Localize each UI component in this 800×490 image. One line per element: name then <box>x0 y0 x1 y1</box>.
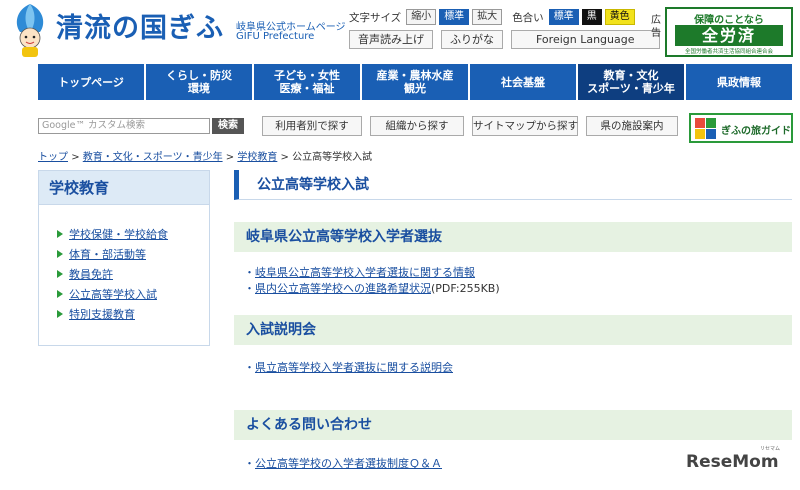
tabi-guide-label: ぎふの旅ガイド <box>721 126 791 137</box>
tabi-guide-banner[interactable]: ぎふの旅ガイド <box>689 113 793 143</box>
page-title: 公立高等学校入試 <box>234 170 792 200</box>
sidebar-item-label[interactable]: 体育・部活動等 <box>69 248 146 261</box>
section-heading-selection: 岐阜県公立高等学校入学者選抜 <box>234 222 792 252</box>
accessibility-tools: 音声読み上げ ふりがな Foreign Language <box>349 30 660 49</box>
resemom-watermark: ReseMom リセマム <box>686 446 780 472</box>
breadcrumb-top-link[interactable]: トップ <box>38 152 68 163</box>
breadcrumb: トップ > 教育・文化・スポーツ・青少年 > 学校教育 > 公立高等学校入試 <box>38 148 372 163</box>
breadcrumb-category-link[interactable]: 教育・文化・スポーツ・青少年 <box>83 152 223 163</box>
color-black-button[interactable]: 黒 <box>581 9 602 25</box>
ad-label: 広告 <box>651 15 661 39</box>
read-aloud-button[interactable]: 音声読み上げ <box>349 30 433 49</box>
link-item: ・県内公立高等学校への進路希望状況(PDF:255KB) <box>244 280 500 296</box>
mascot-logo-icon[interactable] <box>6 2 54 60</box>
nav-item-infrastructure[interactable]: 社会基盤 <box>470 64 578 100</box>
link-item: ・公立高等学校の入学者選抜制度Ｑ＆Ａ <box>244 455 442 471</box>
nav-item-children[interactable]: 子ども・女性 医療・福祉 <box>254 64 362 100</box>
site-logo-text[interactable]: 清流の国ぎふ <box>56 6 224 45</box>
link-bullet: ・ <box>244 266 255 279</box>
search-input[interactable]: Google™ カスタム検索 <box>38 118 210 134</box>
color-label: 色合い <box>512 11 544 24</box>
search-by-org-button[interactable]: 組織から探す <box>370 116 464 136</box>
bullet-triangle-icon <box>57 290 63 298</box>
tabi-logo-icon-2 <box>706 118 716 128</box>
breadcrumb-separator: > <box>280 152 289 163</box>
ad-banner[interactable]: 保障のことなら 全労済 全国労働者共済生活協同組合連合会 <box>665 7 793 57</box>
sidebar-item-label[interactable]: 教員免許 <box>69 268 113 281</box>
search-button[interactable]: 検索 <box>212 118 244 134</box>
furigana-button[interactable]: ふりがな <box>441 30 503 49</box>
tabi-logo-icon <box>695 118 705 128</box>
faq-qa-link[interactable]: 公立高等学校の入学者選抜制度Ｑ＆Ａ <box>255 457 442 470</box>
nav-item-education[interactable]: 教育・文化 スポーツ・青少年 <box>578 64 686 100</box>
link-item: ・県立高等学校入学者選抜に関する説明会 <box>244 359 453 375</box>
ad-line2: 全労済 <box>675 25 783 46</box>
section-heading-faq: よくある問い合わせ <box>234 410 792 440</box>
sidebar-item-physical-education[interactable]: 体育・部活動等 <box>57 245 209 265</box>
font-size-label: 文字サイズ <box>349 11 402 24</box>
sidebar-item-teacher-license[interactable]: 教員免許 <box>57 265 209 285</box>
watermark-subtext: リセマム <box>760 446 781 452</box>
tabi-logo-icon-3 <box>695 129 705 139</box>
bullet-triangle-icon <box>57 310 63 318</box>
nav-item-industry[interactable]: 産業・農林水産 観光 <box>362 64 470 100</box>
tabi-logo-icon-4 <box>706 129 716 139</box>
sidebar-item-label[interactable]: 公立高等学校入試 <box>69 288 157 301</box>
foreign-language-button[interactable]: Foreign Language <box>511 30 660 49</box>
font-small-button[interactable]: 縮小 <box>406 9 437 25</box>
sidebar: 学校教育 学校保健・学校給食 体育・部活動等 教員免許 公立高等学校入試 特別支… <box>38 170 210 346</box>
sidebar-list: 学校保健・学校給食 体育・部活動等 教員免許 公立高等学校入試 特別支援教育 <box>39 225 209 325</box>
link-bullet: ・ <box>244 361 255 374</box>
link-item: ・岐阜県公立高等学校入学者選抜に関する情報 <box>244 264 475 280</box>
nav-item-government[interactable]: 県政情報 <box>686 64 792 100</box>
sidebar-item-school-health[interactable]: 学校保健・学校給食 <box>57 225 209 245</box>
color-yellow-button[interactable]: 黄色 <box>604 9 635 25</box>
nav-item-life[interactable]: くらし・防災 環境 <box>146 64 254 100</box>
briefing-session-link[interactable]: 県立高等学校入学者選抜に関する説明会 <box>255 361 453 374</box>
bullet-triangle-icon <box>57 230 63 238</box>
font-large-button[interactable]: 拡大 <box>472 9 503 25</box>
sitemap-button[interactable]: サイトマップから探す <box>472 116 578 136</box>
sidebar-item-label[interactable]: 特別支援教育 <box>69 308 135 321</box>
site-header: 清流の国ぎふ 岐阜県公式ホームページ GIFU Prefecture 文字サイズ… <box>0 0 800 62</box>
bullet-triangle-icon <box>57 250 63 258</box>
nav-item-top[interactable]: トップページ <box>38 64 146 100</box>
link-bullet: ・ <box>244 282 255 295</box>
ad-line3: 全国労働者共済生活協同組合連合会 <box>684 49 773 55</box>
breadcrumb-section-link[interactable]: 学校教育 <box>237 152 277 163</box>
sidebar-item-special-support[interactable]: 特別支援教育 <box>57 305 209 325</box>
site-subtitle-en: GIFU Prefecture <box>236 31 315 42</box>
sidebar-item-label[interactable]: 学校保健・学校給食 <box>69 228 168 241</box>
selection-info-link[interactable]: 岐阜県公立高等学校入学者選抜に関する情報 <box>255 266 475 279</box>
font-standard-button[interactable]: 標準 <box>439 9 470 25</box>
pdf-size-note: (PDF:255KB) <box>431 282 500 295</box>
ad-line1: 保障のことなら <box>694 15 764 26</box>
bullet-triangle-icon <box>57 270 63 278</box>
section-heading-briefing: 入試説明会 <box>234 315 792 345</box>
breadcrumb-separator: > <box>71 152 80 163</box>
career-preference-pdf-link[interactable]: 県内公立高等学校への進路希望状況 <box>255 282 431 295</box>
color-standard-button[interactable]: 標準 <box>548 9 579 25</box>
global-nav: トップページ くらし・防災 環境 子ども・女性 医療・福祉 産業・農林水産 観光… <box>38 64 792 100</box>
link-bullet: ・ <box>244 457 255 470</box>
sidebar-item-high-school-exam[interactable]: 公立高等学校入試 <box>57 285 209 305</box>
display-settings: 文字サイズ 縮小 標準 拡大 色合い 標準 黒 黄色 <box>349 9 635 25</box>
watermark-text: ReseMom <box>686 452 779 472</box>
breadcrumb-separator: > <box>225 152 235 163</box>
sidebar-title: 学校教育 <box>39 171 209 205</box>
breadcrumb-current: 公立高等学校入試 <box>292 152 373 163</box>
search-by-user-button[interactable]: 利用者別で探す <box>262 116 362 136</box>
facilities-button[interactable]: 県の施設案内 <box>586 116 678 136</box>
